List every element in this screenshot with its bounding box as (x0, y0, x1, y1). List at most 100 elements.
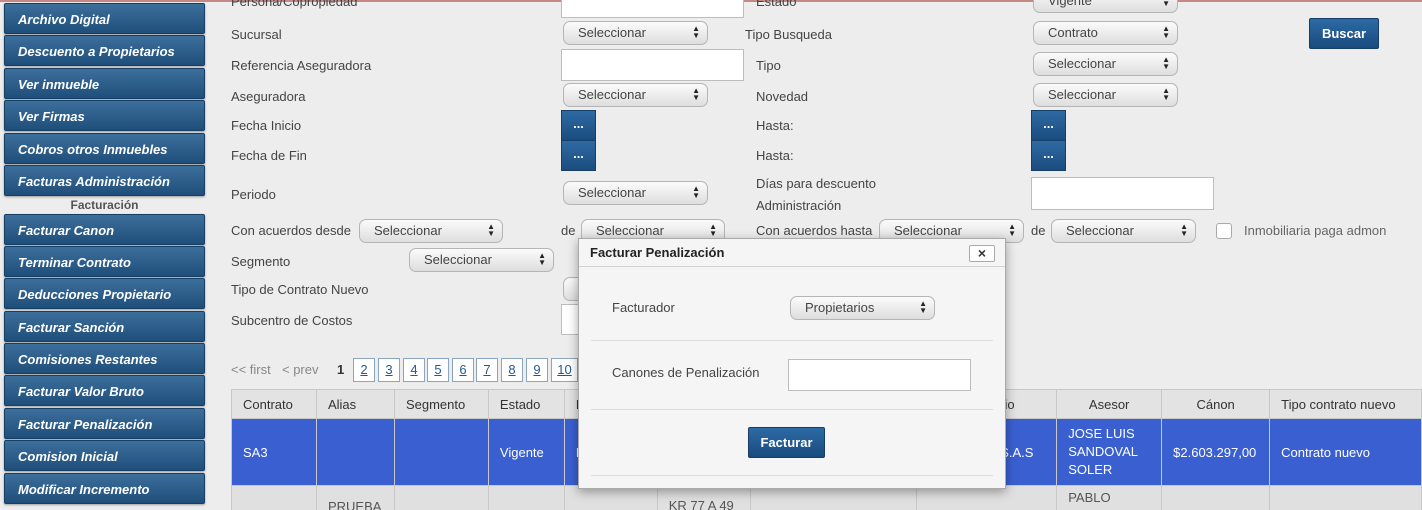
facturar-button[interactable]: Facturar (748, 427, 825, 458)
novedad-select[interactable]: Seleccionar ▲ ▼ (1033, 83, 1178, 107)
sidebar-item-archivo-digital[interactable]: Archivo Digital (4, 3, 205, 34)
label-canones: Canones de Penalización (612, 365, 760, 380)
select-arrows-icon: ▲▼ (1162, 0, 1170, 8)
sidebar-item-modificar-incremento[interactable]: Modificar Incremento (4, 473, 205, 504)
sidebar-item-facturar-penalizacion[interactable]: Facturar Penalización (4, 408, 205, 439)
label-referencia: Referencia Aseguradora (231, 58, 372, 73)
pagination-page[interactable]: 8 (501, 358, 523, 382)
referencia-input[interactable] (561, 49, 744, 81)
pagination-page[interactable]: 6 (452, 358, 474, 382)
pagination-prev[interactable]: < prev (282, 358, 319, 382)
aseguradora-select[interactable]: Seleccionar ▲ ▼ (563, 83, 708, 107)
tipo-select[interactable]: Seleccionar ▲ ▼ (1033, 52, 1178, 76)
cell-estado (487, 485, 565, 510)
select-arrows-icon: ▲▼ (692, 184, 700, 200)
select-arrows-icon: ▲▼ (1008, 222, 1016, 238)
pagination-page[interactable]: 4 (403, 358, 425, 382)
col-alias[interactable]: Alias (315, 389, 395, 419)
sidebar-item-facturas-administracion[interactable]: Facturas Administración (4, 165, 205, 196)
divider (591, 409, 993, 410)
sidebar-item-ver-inmueble[interactable]: Ver inmueble (4, 68, 205, 99)
select-arrows-icon: ▲▼ (538, 251, 546, 267)
close-icon[interactable]: × (969, 245, 995, 262)
label-novedad: Novedad (756, 89, 809, 104)
sidebar-item-ver-firmas[interactable]: Ver Firmas (4, 100, 205, 131)
cell-asesor: JOSE LUIS SANDOVAL SOLER (1056, 418, 1163, 486)
cell-direccion: KR 77 A 49 (656, 485, 751, 510)
sidebar-item-terminar-contrato[interactable]: Terminar Contrato (4, 246, 205, 277)
col-canon[interactable]: Cánon (1161, 389, 1271, 419)
select-arrows-icon: ▲▼ (692, 86, 700, 102)
sidebar-item-facturar-canon[interactable]: Facturar Canon (4, 214, 205, 245)
cell-canon: $2.603.297,00 (1161, 418, 1271, 486)
cell-p (563, 485, 658, 510)
hasta-1-picker-button[interactable]: ... (1031, 110, 1066, 141)
buscar-button[interactable]: Buscar (1309, 18, 1379, 49)
dialog-title: Facturar Penalización (590, 245, 725, 260)
dias-descuento-input[interactable] (1031, 177, 1214, 210)
periodo-select[interactable]: Seleccionar ▲ ▼ (563, 181, 708, 205)
cell-tipo-contrato-nuevo: Contrato nuevo (1269, 418, 1422, 486)
acuerdos-desde-de-value: Seleccionar (596, 223, 664, 238)
label-subcentro: Subcentro de Costos (231, 313, 353, 328)
hasta-2-picker-button[interactable]: ... (1031, 140, 1066, 171)
pagination-page[interactable]: 7 (476, 358, 498, 382)
select-arrows-icon: ▲▼ (1162, 55, 1170, 71)
label-dias-administracion: Administración (756, 198, 842, 213)
table-row[interactable]: PRUEBA KR 77 A 49 PABLO (231, 485, 1422, 510)
pagination-page[interactable]: 9 (526, 358, 548, 382)
sucursal-select[interactable]: Seleccionar ▲ ▼ (563, 21, 708, 45)
select-arrows-icon: ▲▼ (1162, 86, 1170, 102)
acuerdos-hasta-de-select[interactable]: Seleccionar ▲ ▼ (1051, 219, 1196, 243)
sidebar-item-comision-inicial[interactable]: Comision Inicial (4, 440, 205, 471)
dialog-header: Facturar Penalización × (579, 239, 1005, 267)
sidebar-item-deducciones-propietario[interactable]: Deducciones Propietario (4, 278, 205, 309)
segmento-select[interactable]: Seleccionar ▲ ▼ (409, 248, 554, 272)
estado-select[interactable]: Vigente ▲▼ (1033, 0, 1178, 13)
label-hasta-1: Hasta: (756, 118, 794, 133)
cell-segmento (393, 418, 489, 486)
estado-value: Vigente (1048, 0, 1092, 8)
label-de-1: de (561, 223, 576, 238)
pagination-page[interactable]: 2 (353, 358, 375, 382)
acuerdos-desde-select[interactable]: Seleccionar ▲ ▼ (359, 219, 503, 243)
cell-segmento (393, 485, 489, 510)
sidebar-item-facturar-sancion[interactable]: Facturar Sanción (4, 311, 205, 342)
pagination-page[interactable]: 10 (551, 358, 578, 382)
fecha-inicio-picker-button[interactable]: ... (561, 110, 596, 141)
persona-input[interactable] (561, 0, 744, 18)
col-tipo-contrato-nuevo[interactable]: Tipo contrato nuevo (1269, 389, 1422, 419)
tipo-busqueda-select[interactable]: Contrato ▲ ▼ (1033, 21, 1178, 45)
label-segmento: Segmento (231, 254, 291, 269)
sidebar-item-descuento-propietarios[interactable]: Descuento a Propietarios (4, 35, 205, 66)
label-tipo-busqueda: Tipo Busqueda (745, 27, 832, 42)
acuerdos-hasta-de-value: Seleccionar (1066, 223, 1134, 238)
cell-alias: PRUEBA (315, 485, 395, 510)
col-segmento[interactable]: Segmento (393, 389, 489, 419)
label-tipo-contrato-nuevo: Tipo de Contrato Nuevo (231, 282, 369, 297)
label-sucursal: Sucursal (231, 27, 282, 42)
label-estado: Estado (756, 0, 797, 9)
facturar-penalizacion-dialog: Facturar Penalización × Facturador Propi… (578, 238, 1006, 489)
col-estado[interactable]: Estado (487, 389, 565, 419)
label-fecha-fin: Fecha de Fin (231, 148, 307, 163)
cell-alias (315, 418, 395, 486)
sidebar-item-comisiones-restantes[interactable]: Comisiones Restantes (4, 343, 205, 374)
sidebar-item-facturar-valor-bruto[interactable]: Facturar Valor Bruto (4, 375, 205, 406)
col-asesor[interactable]: Asesor (1056, 389, 1163, 419)
label-facturador: Facturador (612, 300, 675, 315)
facturador-select[interactable]: Propietarios ▲ ▼ (790, 296, 935, 320)
label-persona: Persona/Copropiedad (231, 0, 358, 9)
periodo-value: Seleccionar (578, 185, 646, 200)
fecha-fin-picker-button[interactable]: ... (561, 140, 596, 171)
canones-input[interactable] (788, 359, 971, 391)
pagination-first[interactable]: << first (231, 358, 271, 382)
acuerdos-hasta-value: Seleccionar (894, 223, 962, 238)
cell-asesor: PABLO (1056, 485, 1163, 510)
sidebar-item-cobros-otros-inmuebles[interactable]: Cobros otros Inmuebles (4, 133, 205, 164)
pagination-page[interactable]: 3 (378, 358, 400, 382)
label-acuerdos-hasta: Con acuerdos hasta (756, 223, 873, 238)
col-contrato[interactable]: Contrato (231, 389, 317, 419)
pagination-page[interactable]: 5 (427, 358, 449, 382)
inmobiliaria-checkbox[interactable] (1216, 223, 1232, 239)
